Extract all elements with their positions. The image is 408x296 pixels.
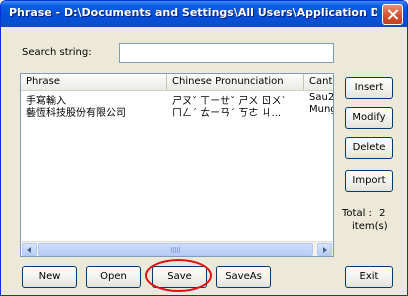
grip-icon [171,247,181,253]
column-header-canto[interactable]: Canto [304,74,333,90]
column-header-phrase[interactable]: Phrase [21,74,167,90]
list-item[interactable]: 藝恆科技股份有限公司 ㄇㄥˊ ㄊㄧㄢˊ ㄎㄜ ㄐ... Mung [21,104,333,119]
phrase-dialog: Phrase - D:\Documents and Settings\All U… [0,0,408,296]
window-title: Phrase - D:\Documents and Settings\All U… [9,6,377,19]
import-button[interactable]: Import [345,170,393,192]
phrase-cell: 藝恆科技股份有限公司 [26,108,126,119]
close-icon[interactable] [382,4,403,25]
modify-button[interactable]: Modify [345,107,393,129]
list-item[interactable]: 手寫輸入 ㄕㄡˇ ㄒㄧㄝˇ ㄕㄨ ㄖㄨˋ Sau2 [21,92,333,107]
scroll-left-icon[interactable] [22,243,37,256]
search-label: Search string: [22,47,92,58]
insert-button[interactable]: Insert [345,77,393,99]
list-header: Phrase Chinese Pronunciation Canto [21,74,333,91]
total-unit: item(s) [352,221,388,232]
open-button[interactable]: Open [86,266,141,288]
phrase-list[interactable]: Phrase Chinese Pronunciation Canto 手寫輸入 … [20,73,334,257]
canto-cell: Mung [309,104,333,115]
save-highlight-circle [145,259,212,292]
search-input[interactable] [119,43,334,63]
total-label: Total : 2 [342,208,385,219]
saveas-button[interactable]: SaveAs [216,266,271,288]
horizontal-scrollbar[interactable] [21,241,333,256]
new-button[interactable]: New [22,266,77,288]
canto-cell: Sau2 [309,92,333,103]
pronunciation-cell: ㄇㄥˊ ㄊㄧㄢˊ ㄎㄜ ㄐ... [172,108,282,119]
delete-button[interactable]: Delete [345,137,393,159]
total-text: Total : [342,208,372,219]
title-bar[interactable]: Phrase - D:\Documents and Settings\All U… [1,1,407,27]
exit-button[interactable]: Exit [345,266,393,288]
column-header-pronunciation[interactable]: Chinese Pronunciation [167,74,304,90]
scrollbar-thumb[interactable] [38,243,313,256]
scroll-right-icon[interactable] [317,243,332,256]
total-count: 2 [379,208,386,219]
